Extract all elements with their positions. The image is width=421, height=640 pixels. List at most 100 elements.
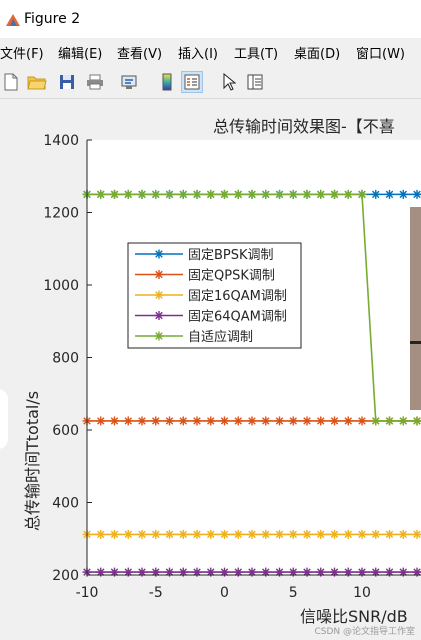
- series-marker: [233, 416, 243, 426]
- open-file-icon[interactable]: [26, 71, 48, 93]
- series-marker: [288, 416, 298, 426]
- legend-icon[interactable]: [181, 71, 203, 93]
- series-marker: [206, 189, 216, 199]
- series-marker: [412, 189, 421, 199]
- series-marker: [165, 189, 174, 199]
- series-marker: [275, 416, 284, 426]
- series-marker: [330, 189, 339, 199]
- y-tick-label: 600: [52, 423, 79, 439]
- legend-label: 自适应调制: [188, 329, 253, 345]
- series-marker: [137, 529, 147, 539]
- series-marker: [123, 529, 133, 539]
- series-marker: [261, 529, 271, 539]
- series-marker: [261, 189, 271, 199]
- series-marker: [247, 416, 257, 426]
- menu-bar: 文件(F) 编辑(E) 查看(V) 插入(I) 工具(T) 桌面(D) 窗口(W…: [0, 38, 421, 66]
- new-figure-icon[interactable]: [0, 71, 22, 93]
- series-marker: [261, 416, 271, 426]
- series-marker: [385, 529, 394, 539]
- series-marker: [288, 529, 298, 539]
- series-marker: [151, 189, 161, 199]
- watermark: CSDN @论文指导工作室: [314, 625, 415, 637]
- series-marker: [178, 416, 188, 426]
- colorbar-icon[interactable]: [156, 71, 178, 93]
- series-marker: [316, 529, 326, 539]
- series-marker: [302, 189, 312, 199]
- series-marker: [123, 189, 133, 199]
- y-tick-label: 200: [52, 568, 79, 584]
- series-marker: [357, 189, 367, 199]
- series-marker: [206, 416, 216, 426]
- x-tick-label: -10: [76, 585, 99, 601]
- x-tick-label: 10: [353, 585, 371, 601]
- plot-area: [87, 140, 421, 575]
- legend[interactable]: 固定BPSK调制固定QPSK调制固定16QAM调制固定64QAM调制自适应调制: [127, 242, 302, 349]
- y-axis-label: 总传输时间Ttotal/s: [23, 391, 42, 531]
- series-marker: [192, 529, 202, 539]
- series-marker: [151, 529, 161, 539]
- series-marker: [275, 529, 284, 539]
- series-marker: [343, 529, 353, 539]
- series-marker: [154, 331, 164, 341]
- series-marker: [110, 189, 119, 199]
- series-marker: [385, 416, 394, 426]
- series-marker: [371, 416, 381, 426]
- x-tick-label: 5: [289, 585, 298, 601]
- save-icon[interactable]: [56, 71, 78, 93]
- series-marker: [154, 311, 164, 320]
- series-marker: [398, 189, 408, 199]
- series-marker: [123, 416, 133, 426]
- property-inspector-icon[interactable]: [244, 71, 266, 93]
- series-marker: [357, 529, 367, 539]
- series-marker: [233, 189, 243, 199]
- series-marker: [151, 416, 161, 426]
- menu-desktop[interactable]: 桌面(D): [294, 43, 340, 62]
- menu-view[interactable]: 查看(V): [117, 43, 162, 62]
- overlay-image: [410, 207, 421, 410]
- series-marker: [165, 416, 174, 426]
- print-icon[interactable]: [84, 71, 106, 93]
- menu-tools[interactable]: 工具(T): [234, 43, 278, 62]
- series-marker: [398, 529, 408, 539]
- chart-title: 总传输时间效果图-【不喜: [213, 117, 395, 136]
- series-marker: [330, 416, 339, 426]
- series-marker: [233, 529, 243, 539]
- series-marker: [110, 529, 119, 539]
- series-marker: [343, 416, 353, 426]
- pointer-icon[interactable]: [218, 71, 240, 93]
- series-marker: [192, 189, 202, 199]
- series-marker: [192, 416, 202, 426]
- legend-label: 固定QPSK调制: [188, 269, 275, 284]
- series-marker: [385, 189, 394, 199]
- series-marker: [288, 189, 298, 199]
- series-marker: [247, 529, 257, 539]
- series-marker: [220, 529, 229, 539]
- series-marker: [302, 416, 312, 426]
- y-tick-label: 1400: [43, 133, 79, 149]
- menu-file[interactable]: 文件(F): [0, 43, 44, 62]
- series-marker: [316, 189, 326, 199]
- y-tick-label: 800: [52, 351, 79, 367]
- series-marker: [398, 416, 408, 426]
- x-tick-label: 0: [220, 585, 229, 601]
- window-title: Figure 2: [24, 11, 81, 27]
- link-icon[interactable]: [118, 71, 140, 93]
- y-tick-label: 1200: [43, 206, 79, 222]
- series-marker: [343, 189, 353, 199]
- series-marker: [371, 529, 381, 539]
- series-marker: [412, 529, 421, 539]
- series-marker: [137, 189, 147, 199]
- series-marker: [412, 416, 421, 426]
- series-marker: [178, 189, 188, 199]
- menu-edit[interactable]: 编辑(E): [58, 43, 102, 62]
- series-marker: [302, 529, 312, 539]
- menu-window[interactable]: 窗口(W): [356, 43, 405, 62]
- series-marker: [154, 270, 164, 279]
- y-tick-label: 400: [52, 496, 79, 512]
- series-marker: [330, 529, 339, 539]
- menu-insert[interactable]: 插入(I): [178, 43, 218, 62]
- series-marker: [96, 416, 106, 426]
- series-marker: [371, 189, 381, 199]
- window-titlebar: Figure 2: [0, 0, 421, 38]
- series-marker: [154, 249, 164, 259]
